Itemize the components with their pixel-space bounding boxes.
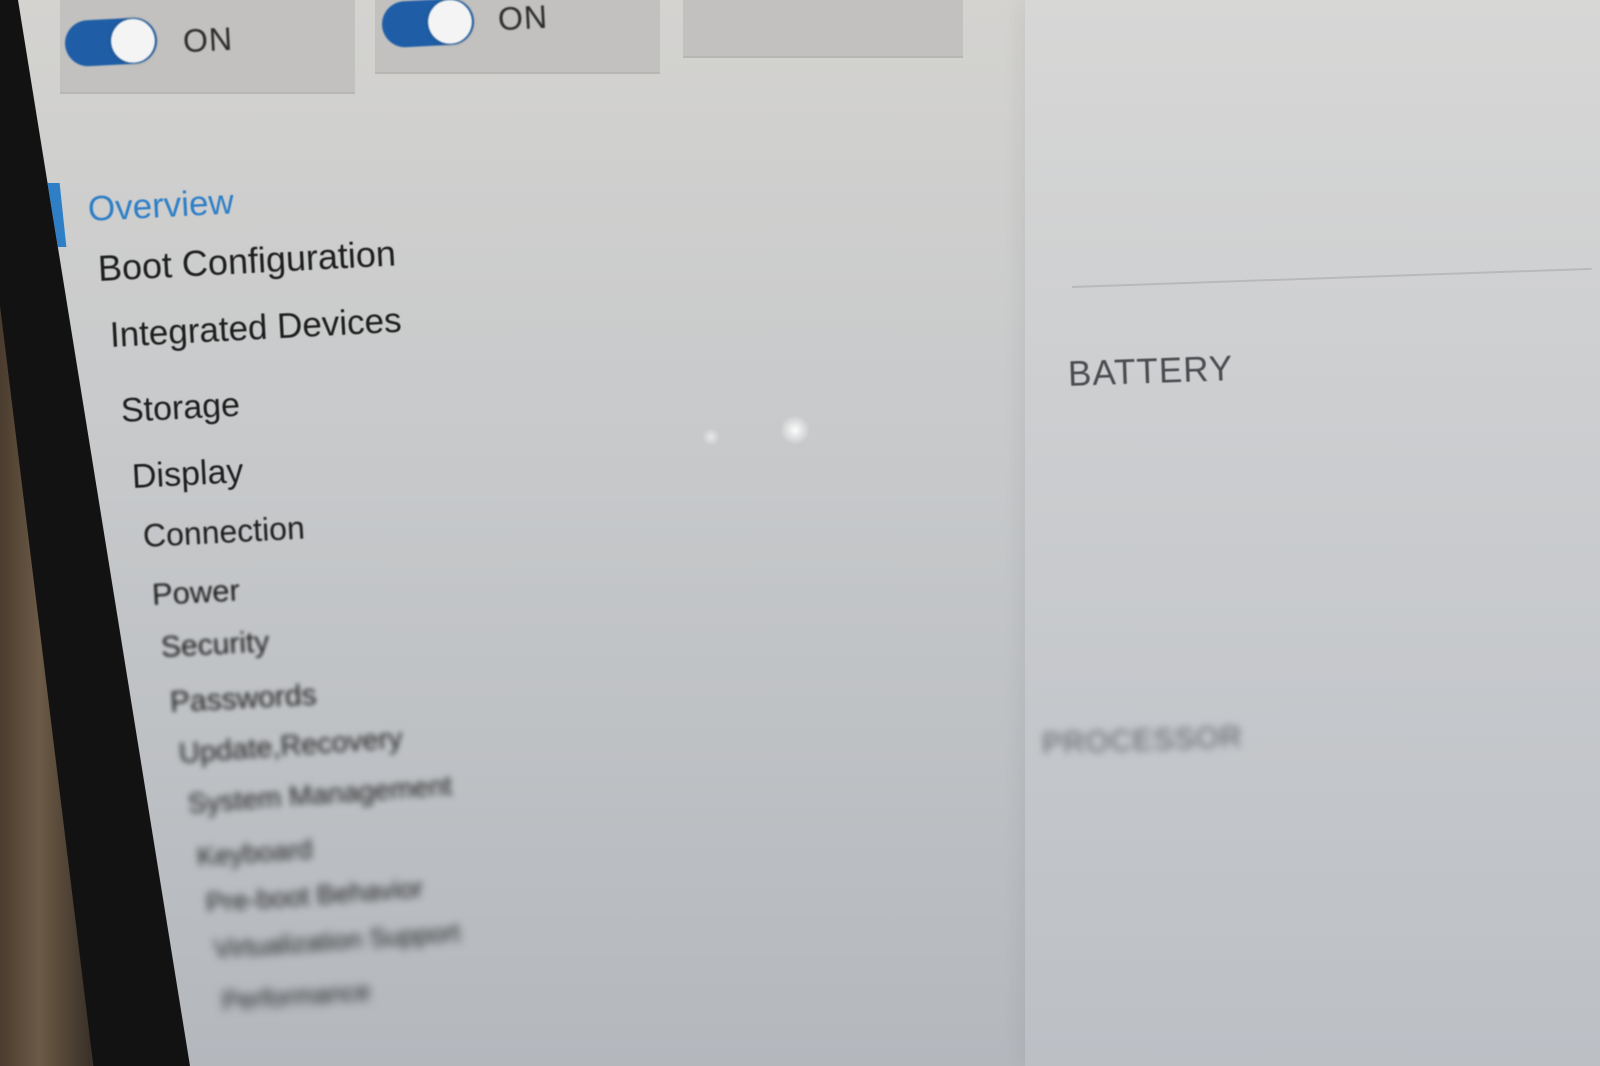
screen-glare — [780, 415, 810, 445]
toggle-knob — [426, 0, 474, 45]
bios-setup-screen: ON ON Overview Boot Configuration Integr… — [18, 0, 1600, 1066]
sidebar-item-pre-boot-behavior[interactable]: Pre-boot Behavior — [205, 873, 424, 919]
sidebar-item-boot-configuration[interactable]: Boot Configuration — [97, 232, 397, 290]
sidebar-item-overview[interactable]: Overview — [87, 182, 235, 230]
battery-section-heading: BATTERY — [1067, 349, 1234, 394]
sidebar-item-system-management[interactable]: System Management — [187, 770, 453, 820]
processor-section-heading: PROCESSOR — [1041, 720, 1244, 761]
photo-background: ON ON Overview Boot Configuration Integr… — [0, 0, 1600, 1066]
sidebar-item-security[interactable]: Security — [160, 625, 270, 665]
sidebar-item-performance[interactable]: Performance — [221, 976, 372, 1017]
toggle-switch[interactable] — [63, 16, 159, 68]
sidebar-item-update-recovery[interactable]: Update,Recovery — [178, 722, 404, 771]
toggle-state-label: ON — [182, 20, 234, 60]
sidebar-item-virtualization-support[interactable]: Virtualization Support — [213, 917, 461, 965]
sidebar-item-connection[interactable]: Connection — [142, 510, 306, 555]
sidebar-item-keyboard[interactable]: Keyboard — [196, 834, 313, 873]
sidebar-item-passwords[interactable]: Passwords — [169, 678, 317, 720]
screen-glare — [702, 428, 720, 446]
sidebar-item-integrated-devices[interactable]: Integrated Devices — [109, 301, 403, 356]
toggle-state-label: ON — [497, 0, 549, 38]
quick-setting-tile — [683, 0, 963, 58]
sidebar-item-power[interactable]: Power — [151, 572, 241, 613]
sidebar-item-display[interactable]: Display — [131, 452, 244, 497]
sidebar-item-storage[interactable]: Storage — [120, 386, 241, 431]
overview-detail-panel — [1025, 0, 1600, 1066]
toggle-knob — [109, 17, 157, 64]
toggle-switch[interactable] — [380, 0, 476, 49]
